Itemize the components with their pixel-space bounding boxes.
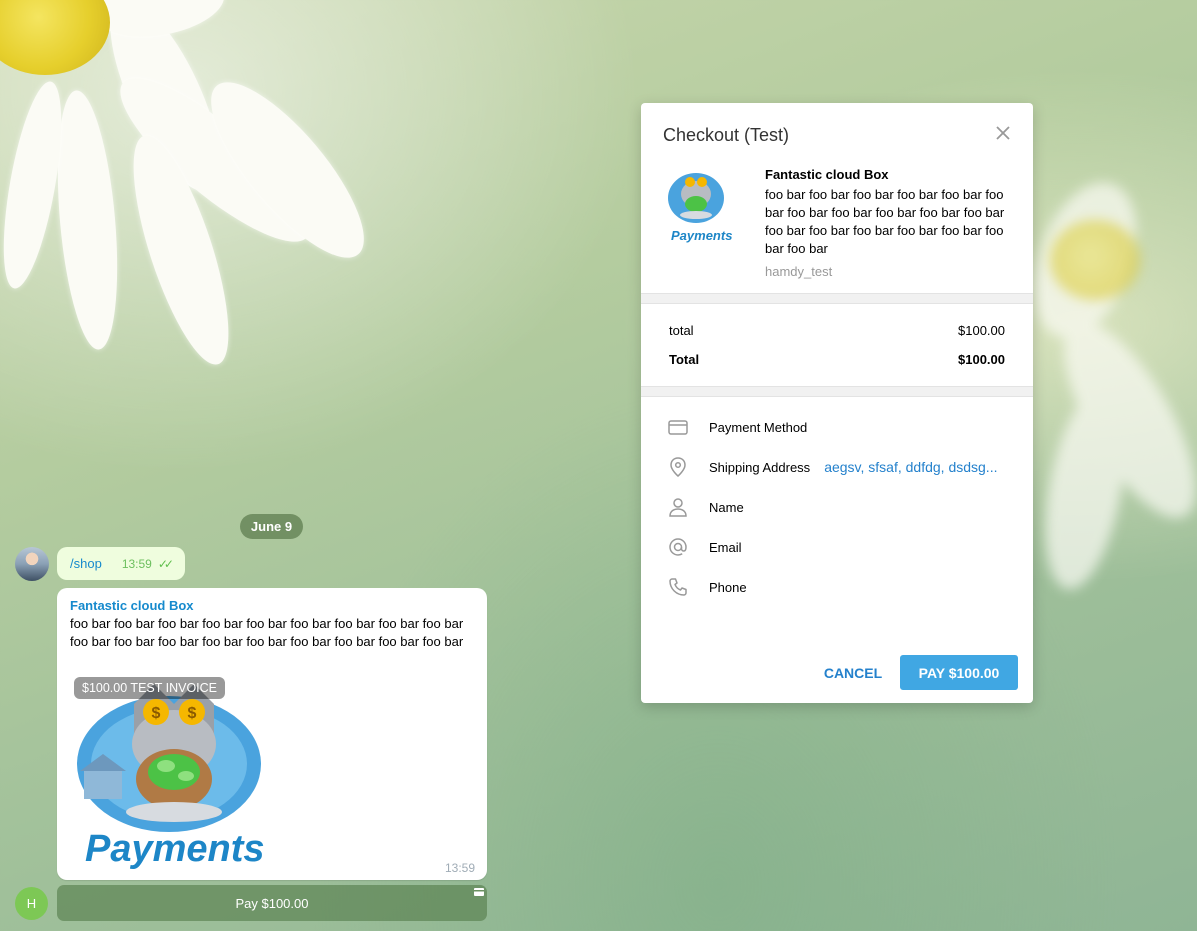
cancel-button[interactable]: CANCEL <box>815 655 891 690</box>
double-check-icon: ✓✓ <box>157 556 174 571</box>
invoice-time: 13:59 <box>444 861 475 875</box>
field-label: Phone <box>709 579 747 595</box>
dialog-title: Checkout (Test) <box>663 125 790 145</box>
date-separator: June 9 <box>240 514 303 539</box>
total-label: Total <box>669 352 700 367</box>
invoice-message[interactable]: Fantastic cloud Box foo bar foo bar foo … <box>57 588 487 880</box>
field-label: Name <box>709 499 744 515</box>
svg-text:$: $ <box>152 705 161 722</box>
total-amount: $100.00 <box>958 352 1005 367</box>
section-divider <box>641 293 1033 304</box>
invoice-title: Fantastic cloud Box <box>70 598 194 613</box>
product-image-wordmark: Payments <box>671 228 733 243</box>
card-icon <box>668 420 688 435</box>
inline-pay-button[interactable]: Pay $100.00 <box>57 885 487 921</box>
price-row: total $100.00 <box>669 323 1005 338</box>
email-field[interactable]: Email <box>667 535 1007 559</box>
phone-field[interactable]: Phone <box>667 575 1007 599</box>
card-icon <box>474 888 484 896</box>
name-field[interactable]: Name <box>667 495 1007 519</box>
location-pin-icon <box>670 457 686 477</box>
invoice-description: foo bar foo bar foo bar foo bar foo bar … <box>70 616 464 649</box>
field-label: Shipping Address <box>709 459 811 475</box>
pay-button-label: Pay $100.00 <box>235 895 309 911</box>
outgoing-message[interactable]: /shop 13:59 ✓✓ <box>57 547 185 580</box>
price-label: total <box>669 323 694 338</box>
checkout-dialog: Checkout (Test) Payments Fantastic cloud… <box>641 103 1033 703</box>
message-time: 13:59 <box>121 556 152 571</box>
pay-button[interactable]: PAY $100.00 <box>900 655 1018 690</box>
test-invoice-badge: $100.00 TEST INVOICE <box>74 677 226 699</box>
section-divider <box>641 386 1033 397</box>
field-label: Payment Method <box>709 419 808 435</box>
wallpaper-flower-left <box>0 0 400 380</box>
svg-text:$: $ <box>188 705 197 722</box>
command-link[interactable]: /shop <box>70 556 102 571</box>
bot-username: hamdy_test <box>765 264 833 279</box>
shipping-address-field[interactable]: Shipping Address aegsv, sfsaf, ddfdg, ds… <box>667 455 1007 479</box>
wallpaper-flower-right <box>1015 169 1197 630</box>
close-icon[interactable] <box>993 123 1013 143</box>
avatar[interactable]: H <box>15 887 48 920</box>
total-row: Total $100.00 <box>669 352 1005 367</box>
avatar[interactable] <box>15 547 49 581</box>
at-icon <box>669 538 687 556</box>
payment-method-field[interactable]: Payment Method <box>667 415 1007 439</box>
product-description: foo bar foo bar foo bar foo bar foo bar … <box>765 187 1005 256</box>
payments-wordmark: Payments <box>85 828 265 870</box>
field-value: aegsv, sfsaf, ddfdg, dsdsg... <box>824 459 998 475</box>
price-amount: $100.00 <box>958 323 1005 338</box>
product-title: Fantastic cloud Box <box>765 167 889 182</box>
person-icon <box>669 498 687 517</box>
phone-icon <box>669 578 687 596</box>
field-label: Email <box>709 539 742 555</box>
